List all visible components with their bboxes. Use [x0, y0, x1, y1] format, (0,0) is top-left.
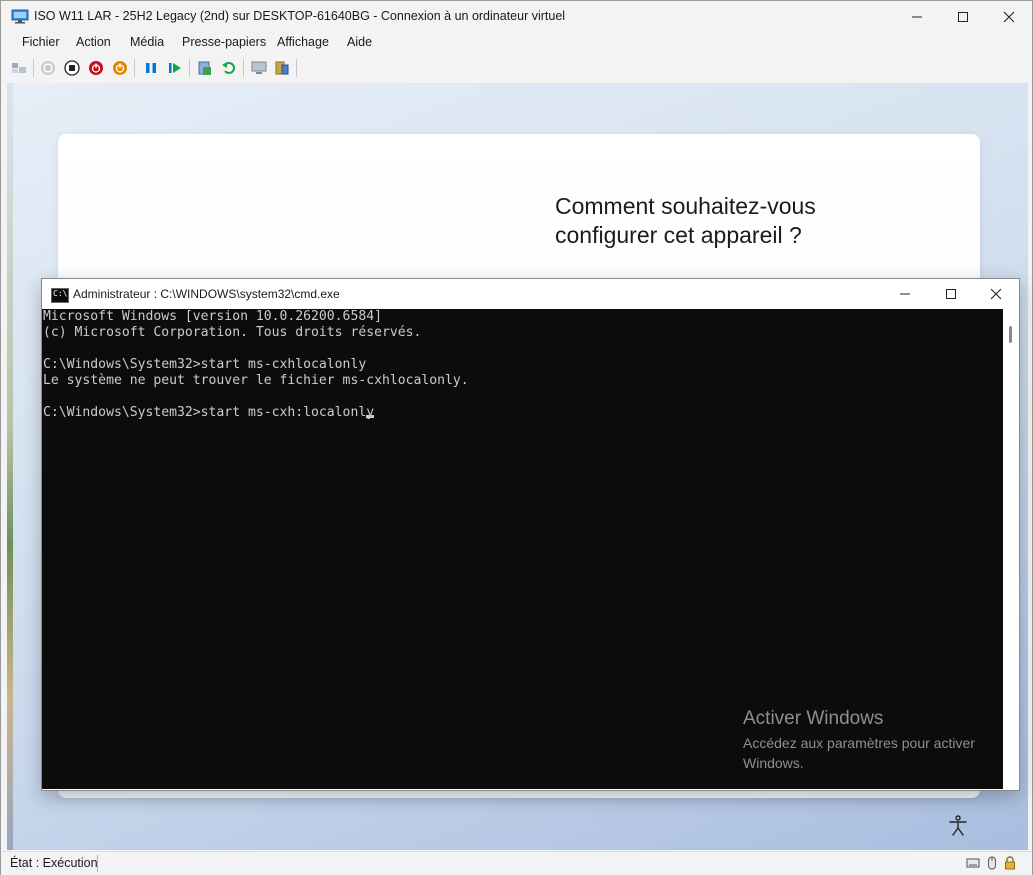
accessibility-icon[interactable]	[946, 814, 970, 838]
minimize-icon	[900, 293, 910, 295]
revert-icon	[222, 62, 235, 74]
toolbar-separator	[243, 59, 244, 77]
console-line: C:\Windows\System32>start ms-cxhlocalonl…	[43, 357, 367, 372]
toolbar-separator	[33, 59, 34, 77]
console-output[interactable]: Microsoft Windows [version 10.0.26200.65…	[42, 309, 1003, 789]
menu-bar: Fichier Action Média Presse-papiers Affi…	[1, 33, 1032, 53]
start-button[interactable]	[39, 59, 57, 77]
cmd-close-button[interactable]	[973, 279, 1019, 309]
status-separator	[97, 855, 98, 872]
resume-button[interactable]	[166, 59, 184, 77]
cmd-icon: C:\	[51, 288, 69, 303]
minimize-button[interactable]	[894, 1, 940, 33]
ctrl-alt-del-icon	[12, 63, 26, 73]
activation-text: Accédez aux paramètres pour activer Wind…	[743, 735, 975, 771]
pause-icon	[146, 63, 156, 73]
revert-button[interactable]	[220, 59, 238, 77]
menu-aide[interactable]: Aide	[347, 35, 372, 49]
minimize-icon	[912, 16, 922, 18]
status-bar: État : Exécution	[1, 851, 1032, 875]
activation-heading: Activer Windows	[743, 708, 884, 729]
toolbar-separator	[134, 59, 135, 77]
cmd-title-bar[interactable]: C:\ Administrateur : C:\WINDOWS\system32…	[42, 279, 1019, 309]
start-icon	[41, 61, 55, 75]
vm-monitor-icon	[11, 9, 29, 24]
ctrl-alt-del-button[interactable]	[10, 59, 28, 77]
wallpaper-edge	[7, 83, 13, 850]
close-icon	[990, 288, 1002, 300]
maximize-icon	[958, 12, 968, 22]
enhanced-session-icon	[251, 61, 267, 74]
save-icon	[113, 61, 127, 75]
activation-watermark: Activer Windows Accédez aux paramètres p…	[743, 707, 1003, 773]
maximize-button[interactable]	[940, 1, 986, 33]
oobe-title: Comment souhaitez-vous configurer cet ap…	[555, 193, 816, 248]
cmd-window[interactable]: C:\ Administrateur : C:\WINDOWS\system32…	[41, 278, 1020, 791]
menu-media[interactable]: Média	[130, 35, 164, 49]
toolbar-separator	[189, 59, 190, 77]
shut-down-icon	[89, 61, 103, 75]
lock-icon	[1005, 856, 1015, 870]
pause-button[interactable]	[142, 59, 160, 77]
console-command: C:\Windows\System32>start ms-cxh:localon…	[43, 405, 375, 420]
window-title: ISO W11 LAR - 25H2 Legacy (2nd) sur DESK…	[34, 9, 566, 23]
keyboard-icon	[966, 858, 980, 868]
text-cursor	[366, 415, 375, 418]
console-input-line[interactable]: C:\Windows\System32>start ms-cxh:localon…	[42, 405, 1003, 421]
cmd-minimize-button[interactable]	[882, 279, 928, 309]
resume-icon	[169, 63, 181, 73]
enhanced-session-button[interactable]	[250, 59, 268, 77]
shut-down-button[interactable]	[87, 59, 105, 77]
toolbar-separator	[296, 59, 297, 77]
cmd-title: Administrateur : C:\WINDOWS\system32\cmd…	[73, 287, 340, 301]
turn-off-button[interactable]	[63, 59, 81, 77]
console-line: Microsoft Windows [version 10.0.26200.65…	[43, 309, 382, 324]
cmd-scrollbar[interactable]	[1003, 309, 1019, 789]
status-text: État : Exécution	[10, 856, 98, 870]
checkpoint-button[interactable]	[196, 59, 214, 77]
share-button[interactable]	[273, 59, 291, 77]
close-button[interactable]	[986, 1, 1032, 33]
checkpoint-icon	[198, 61, 211, 75]
close-icon	[1003, 11, 1015, 23]
vm-connection-window: ISO W11 LAR - 25H2 Legacy (2nd) sur DESK…	[0, 0, 1033, 875]
mouse-icon	[988, 856, 996, 870]
maximize-icon	[946, 289, 956, 299]
scrollbar-thumb[interactable]	[1009, 326, 1012, 343]
title-bar: ISO W11 LAR - 25H2 Legacy (2nd) sur DESK…	[1, 1, 1032, 33]
menu-presse-papiers[interactable]: Presse-papiers	[182, 35, 266, 49]
menu-fichier[interactable]: Fichier	[22, 35, 60, 49]
console-line: Le système ne peut trouver le fichier ms…	[43, 373, 469, 388]
toolbar	[1, 55, 1032, 81]
menu-affichage[interactable]: Affichage	[277, 35, 329, 49]
share-icon	[275, 61, 289, 75]
turn-off-icon	[64, 60, 80, 76]
menu-action[interactable]: Action	[76, 35, 111, 49]
cmd-maximize-button[interactable]	[928, 279, 974, 309]
console-line: (c) Microsoft Corporation. Tous droits r…	[43, 325, 422, 340]
save-button[interactable]	[111, 59, 129, 77]
